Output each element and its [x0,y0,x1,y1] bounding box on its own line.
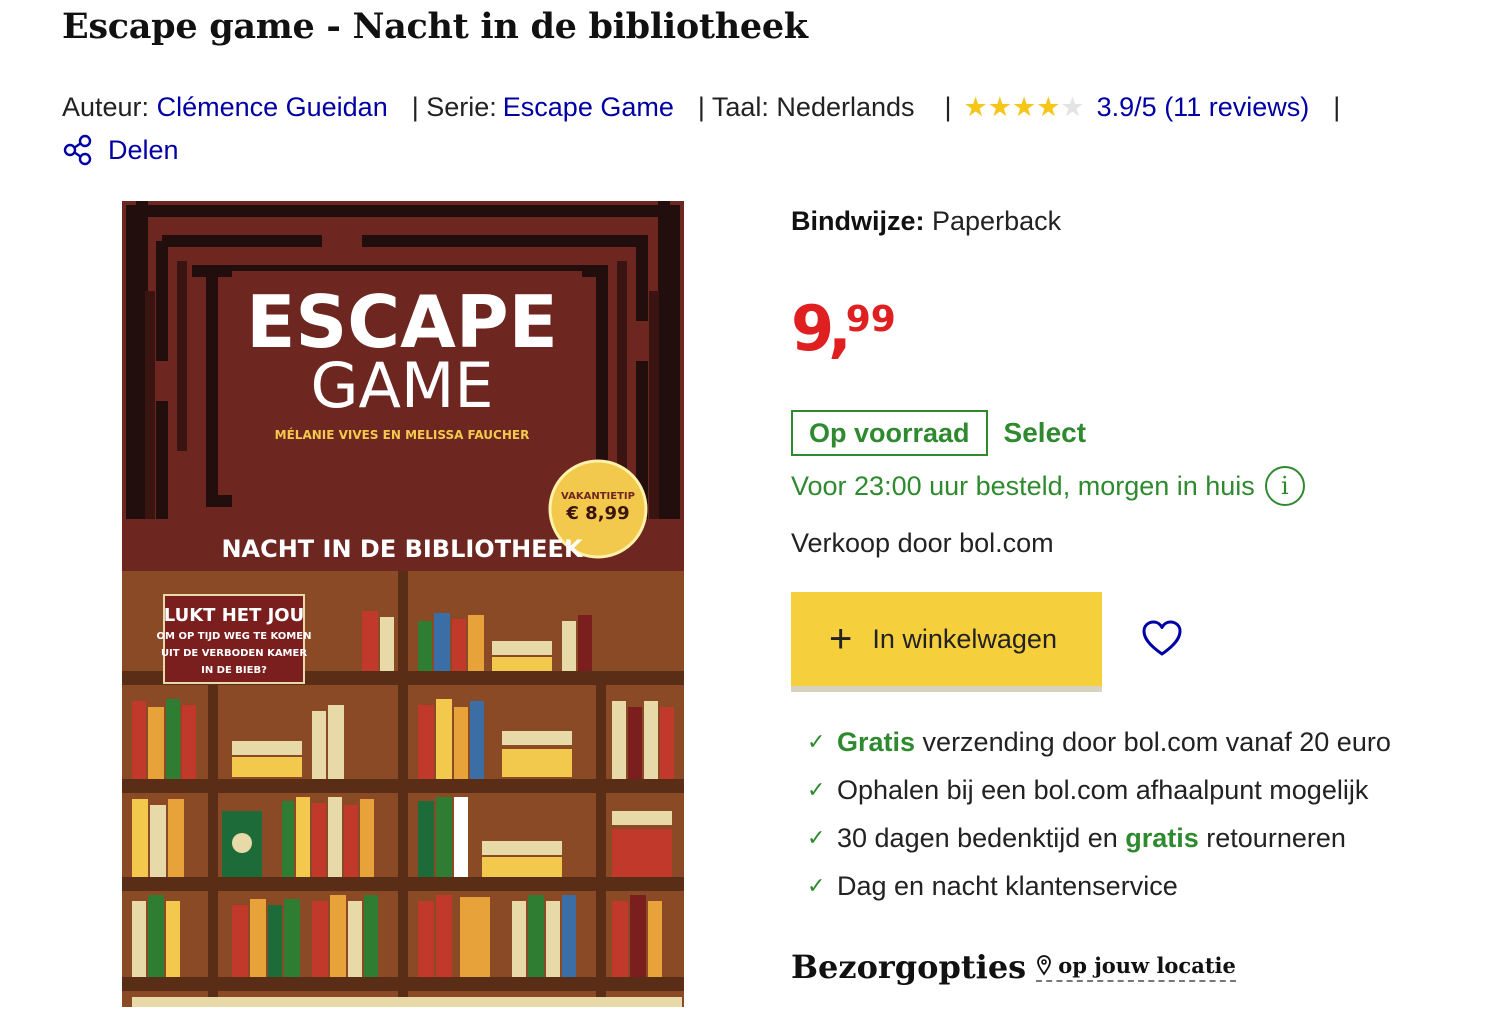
location-link[interactable]: op jouw locatie [1036,953,1236,982]
series-label: | Serie: [411,91,497,122]
price-decimals: 99 [845,299,896,340]
binding-label: Bindwijze: [791,206,925,236]
page-title: Escape game - Nacht in de bibliotheek [62,6,808,47]
end-separator: | [1333,91,1341,122]
rating-stars: ★ ★ ★ ★ ★ [963,91,1085,122]
cover-sign-line4: IN DE BIEB? [201,665,267,676]
plus-icon: + [829,617,853,661]
binding-value: Paperback [932,206,1062,236]
check-icon: ✓ [807,873,826,898]
location-label: op jouw locatie [1058,952,1236,978]
add-to-cart-button[interactable]: + In winkelwagen [791,592,1102,686]
usp-service-text: Dag en nacht klantenservice [837,870,1178,901]
delivery-promise: Voor 23:00 uur besteld, morgen in huis i [791,466,1305,506]
select-label[interactable]: Select [1004,417,1087,449]
product-meta: Auteur: Clémence Gueidan | Serie: Escape … [62,88,1462,126]
star-icon: ★ [963,91,988,122]
binding-info: Bindwijze: Paperback [791,206,1061,237]
language-text: | Taal: Nederlands [697,91,915,122]
check-icon: ✓ [807,729,826,754]
add-to-cart-label: In winkelwagen [872,623,1057,654]
check-icon: ✓ [807,825,826,850]
usp-return-text-a: 30 dagen bedenktijd en [837,822,1126,853]
star-icon: ★ [1036,91,1061,122]
usp-shipping-text: verzending door bol.com vanaf 20 euro [915,726,1391,757]
reviews-link[interactable]: 3.9/5 (11 reviews) [1097,92,1310,123]
seller-text: Verkoop door bol.com [791,528,1054,558]
stock-row: Op voorraad Select [791,410,1086,456]
star-empty-icon: ★ [1060,91,1085,122]
delivery-options: Bezorgopties op jouw locatie [791,948,1236,986]
usp-item: ✓ Dag en nacht klantenservice [807,862,1391,910]
author-label: Auteur: [62,91,150,122]
author-link[interactable]: Clémence Gueidan [157,92,388,123]
check-icon: ✓ [807,777,826,802]
location-pin-icon [1037,955,1052,976]
info-icon[interactable]: i [1264,466,1305,506]
delivery-text: Voor 23:00 uur besteld, morgen in huis [791,470,1255,501]
usp-free-bold: Gratis [837,726,916,757]
star-icon: ★ [987,91,1012,122]
usp-return-bold: gratis [1125,822,1199,853]
cover-authors: MÉLANIE VIVES EN MELISSA FAUCHER [275,427,530,442]
usp-list: ✓ Gratis verzending door bol.com vanaf 2… [807,718,1391,910]
wishlist-heart-icon[interactable] [1141,618,1183,660]
cover-badge-top: VAKANTIETIP [561,491,635,502]
usp-item: ✓ 30 dagen bedenktijd en gratis retourne… [807,814,1391,862]
delivery-options-heading: Bezorgopties [791,948,1027,986]
usp-item: ✓ Ophalen bij een bol.com afhaalpunt mog… [807,766,1391,814]
share-icon [63,134,92,166]
cover-subtitle: NACHT IN DE BIBLIOTHEEK [221,535,584,563]
cover-title-line2: GAME [310,349,493,422]
price: 9, 99 [791,298,896,360]
cover-sign-line1: LUKT HET JOU [164,605,304,626]
stock-badge: Op voorraad [791,410,988,456]
star-icon: ★ [1011,91,1037,122]
cover-sign-line2: OM OP TIJD WEG TE KOMEN [157,631,312,642]
usp-pickup-text: Ophalen bij een bol.com afhaalpunt mogel… [837,774,1369,805]
usp-item: ✓ Gratis verzending door bol.com vanaf 2… [807,718,1391,766]
share-label: Delen [108,134,179,165]
rating-separator: | [944,91,952,122]
share-button[interactable]: Delen [62,134,179,166]
usp-return-text-b: retourneren [1198,822,1346,853]
product-cover-image[interactable]: ESCAPE GAME MÉLANIE VIVES EN MELISSA FAU… [122,201,684,1007]
price-int: 9 [791,292,834,365]
cover-badge-price: € 8,99 [565,503,629,524]
cover-sign-line3: UIT DE VERBODEN KAMER [161,648,307,659]
series-link[interactable]: Escape Game [503,92,674,123]
